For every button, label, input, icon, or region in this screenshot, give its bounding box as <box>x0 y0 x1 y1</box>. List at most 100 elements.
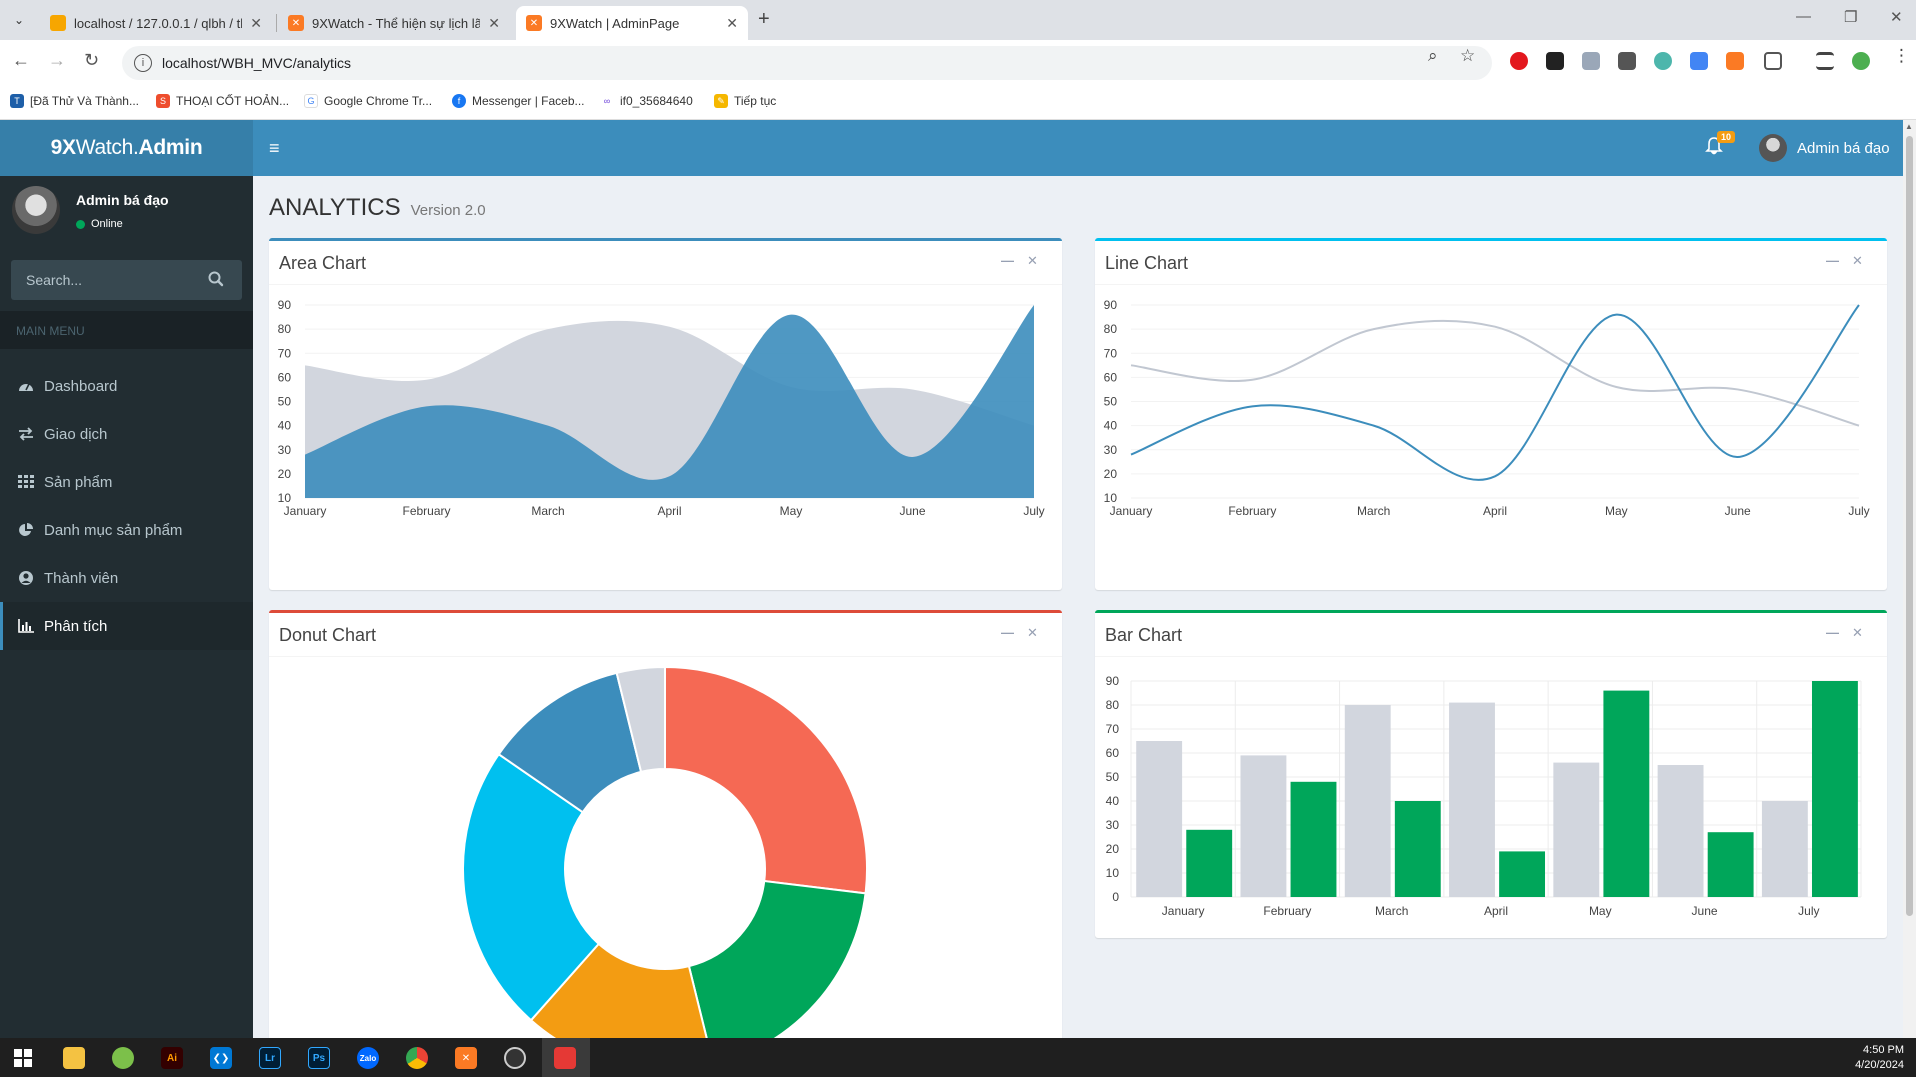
x-tick-label: March <box>1375 904 1408 918</box>
reload-icon[interactable]: ↻ <box>84 50 99 71</box>
bookmark-star-icon[interactable]: ☆ <box>1460 46 1475 66</box>
bar-2 <box>1394 801 1441 897</box>
area-chart-box: Area Chart — ✕ 10 20 30 40 50 60 70 80 90 January… <box>269 238 1062 590</box>
app-icon[interactable] <box>554 1047 576 1069</box>
forward-icon[interactable]: → <box>48 50 66 71</box>
site-info-icon[interactable]: i <box>134 54 152 72</box>
search-input[interactable] <box>11 260 201 300</box>
back-icon[interactable]: ← <box>12 50 30 71</box>
bookmark-item[interactable]: S THOẠI CỐT HOẢN... <box>156 94 289 108</box>
y-tick-label: 10 <box>278 491 292 505</box>
close-icon[interactable]: ✕ <box>1852 253 1863 269</box>
donut-slice-2 <box>687 879 867 1038</box>
line-series-1 <box>1130 319 1860 427</box>
extension-icon[interactable] <box>1654 52 1672 70</box>
page-scrollbar[interactable]: ▲ <box>1903 120 1916 1038</box>
extension-icon[interactable] <box>1546 52 1564 70</box>
bar-chart: 0 10 20 30 40 50 60 70 80 90 January February March A… <box>1106 674 1862 918</box>
sidebar-item-phan-tich[interactable]: Phân tích <box>0 602 253 650</box>
navbar-user-name[interactable]: Admin bá đạo <box>1797 140 1890 157</box>
y-tick-label: 60 <box>1106 746 1120 760</box>
reading-list-icon[interactable] <box>1816 52 1834 70</box>
restore-icon[interactable]: ❐ <box>1844 8 1857 26</box>
collapse-icon[interactable]: — <box>1826 253 1839 268</box>
collapse-icon[interactable]: — <box>1001 625 1014 640</box>
system-clock[interactable]: 4:50 PM 4/20/2024 <box>1855 1043 1904 1073</box>
minimize-icon[interactable]: — <box>1796 8 1811 25</box>
x-tick-label: June <box>1692 904 1718 918</box>
y-tick-label: 50 <box>1106 770 1120 784</box>
dashboard-icon <box>18 379 38 393</box>
close-window-icon[interactable]: ✕ <box>1890 8 1903 26</box>
close-icon[interactable]: ✕ <box>1852 625 1863 641</box>
extension-icon[interactable] <box>1726 52 1744 70</box>
browser-tab-active[interactable]: ✕ 9XWatch | AdminPage ✕ <box>516 6 748 40</box>
windows-start-icon[interactable] <box>12 1047 34 1069</box>
shield-extension-icon[interactable] <box>1582 52 1600 70</box>
translate-extension-icon[interactable] <box>1690 52 1708 70</box>
y-tick-label: 70 <box>278 346 292 360</box>
bar-1 <box>1240 755 1287 897</box>
puzzle-extensions-icon[interactable] <box>1764 52 1782 70</box>
url-bar[interactable]: i localhost/WBH_MVC/analytics <box>122 46 1492 80</box>
bookmark-item[interactable]: f Messenger | Faceb... <box>452 94 585 108</box>
browser-tab[interactable]: ✕ 9XWatch - Thể hiện sự lịch lãm ✕ <box>278 6 510 40</box>
collapse-icon[interactable]: — <box>1001 253 1014 268</box>
collapse-icon[interactable]: — <box>1826 625 1839 640</box>
sidebar-toggle-icon[interactable]: ≡ <box>269 138 280 159</box>
app-logo[interactable]: 9X Watch. Admin <box>0 120 253 176</box>
obs-icon[interactable] <box>504 1047 526 1069</box>
bookmark-item[interactable]: G Google Chrome Tr... <box>304 94 432 108</box>
x-tick-label: January <box>284 504 327 518</box>
close-icon[interactable]: ✕ <box>1027 253 1038 269</box>
y-tick-label: 70 <box>1106 722 1120 736</box>
close-tab-icon[interactable]: ✕ <box>488 15 500 32</box>
photoshop-icon[interactable]: Ps <box>308 1047 330 1069</box>
y-tick-label: 50 <box>1104 395 1118 409</box>
y-tick-label: 60 <box>278 370 292 384</box>
scrollbar-thumb[interactable] <box>1906 136 1913 916</box>
tab-search-button[interactable]: ⌄ <box>6 8 32 32</box>
browser-tab[interactable]: localhost / 127.0.0.1 / qlbh / th ✕ <box>40 6 272 40</box>
online-dot-icon <box>76 219 85 229</box>
close-tab-icon[interactable]: ✕ <box>250 15 262 32</box>
sidebar-item-thanh-vien[interactable]: Thành viên <box>0 554 253 602</box>
bar-1 <box>1553 762 1600 897</box>
search-icon[interactable] <box>207 270 227 290</box>
profile-avatar-icon[interactable] <box>1852 52 1870 70</box>
xampp-icon: ✕ <box>526 15 542 31</box>
sidebar-item-giao-dich[interactable]: Giao dịch <box>0 410 253 458</box>
bar-1 <box>1344 705 1391 897</box>
close-icon[interactable]: ✕ <box>1027 625 1038 641</box>
line-chart-box: Line Chart — ✕ 10 20 30 40 50 60 70 80 90 January… <box>1095 238 1887 590</box>
zalo-icon[interactable]: Zalo <box>357 1047 379 1069</box>
bookmark-item[interactable]: ✎ Tiếp tục <box>714 94 776 108</box>
line-chart: 10 20 30 40 50 60 70 80 90 January February March Ap… <box>1104 298 1870 518</box>
y-tick-label: 40 <box>1106 794 1120 808</box>
opera-extension-icon[interactable] <box>1510 52 1528 70</box>
illustrator-icon[interactable]: Ai <box>161 1047 183 1069</box>
app-icon[interactable] <box>112 1047 134 1069</box>
sidebar-item-san-pham[interactable]: Sản phẩm <box>0 458 253 506</box>
avatar <box>12 186 60 234</box>
file-explorer-icon[interactable] <box>63 1047 85 1069</box>
close-tab-icon[interactable]: ✕ <box>726 15 738 32</box>
sidebar-item-danh-muc[interactable]: Danh mục sản phẩm <box>0 506 253 554</box>
admin-app: 9X Watch. Admin ≡ 10 Admin bá đạo ▲ Admin … <box>0 120 1916 1038</box>
lightroom-icon[interactable]: Lr <box>259 1047 281 1069</box>
sidebar-item-dashboard[interactable]: Dashboard <box>0 362 253 410</box>
bookmark-item[interactable]: T [Đã Thử Và Thành... <box>10 94 139 108</box>
new-tab-icon[interactable]: + <box>758 8 770 31</box>
box-header: Area Chart — ✕ <box>269 241 1062 285</box>
menu-kebab-icon[interactable]: ⋮ <box>1893 46 1910 66</box>
x-tick-label: June <box>1725 504 1751 518</box>
chrome-icon[interactable] <box>406 1047 428 1069</box>
xampp-icon[interactable]: ✕ <box>455 1047 477 1069</box>
bookmark-item[interactable]: ∞ if0_35684640 <box>600 94 693 108</box>
avatar[interactable] <box>1759 134 1787 162</box>
box-header: Line Chart — ✕ <box>1095 241 1887 285</box>
extension-icon[interactable] <box>1618 52 1636 70</box>
vscode-icon[interactable]: ❮❯ <box>210 1047 232 1069</box>
zoom-icon[interactable]: ⌕ <box>1428 46 1438 66</box>
scroll-up-icon[interactable]: ▲ <box>1905 122 1913 131</box>
